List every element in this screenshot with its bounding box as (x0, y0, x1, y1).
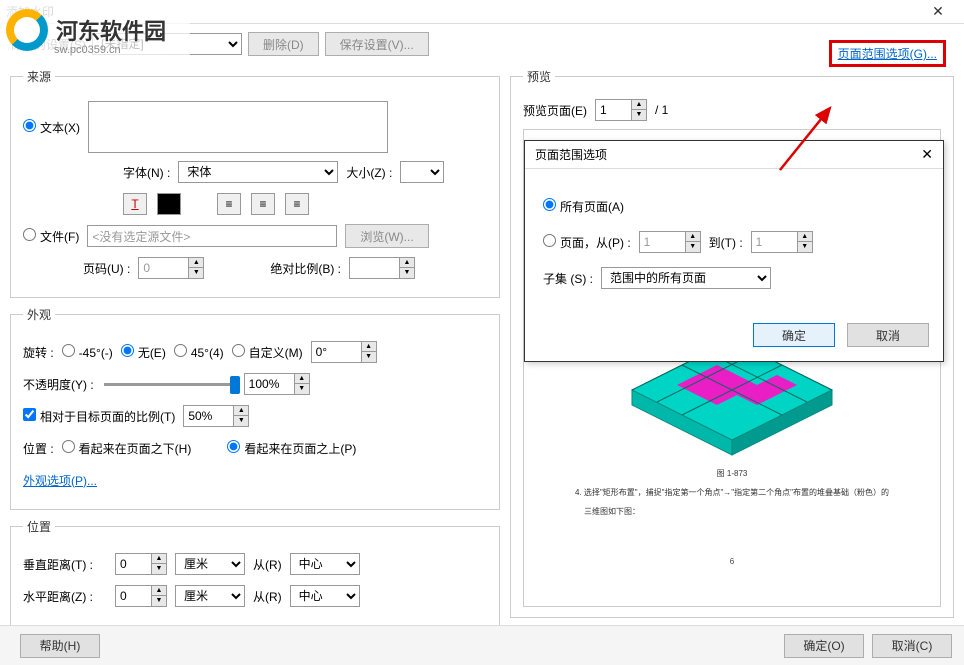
subset-select[interactable]: 范围中的所有页面 (601, 267, 771, 289)
position-label: 位置 : (23, 440, 54, 457)
all-pages-radio[interactable]: 所有页面(A) (543, 198, 624, 215)
logo-sub: sw.pc0359.cn (54, 44, 121, 56)
page-range-modal: 页面范围选项 ✕ 所有页面(A) 页面，从(P) : ▲▼ 到(T) : ▲▼ … (524, 140, 944, 362)
position-fieldset: 位置 垂直距离(T) : ▲▼ 厘米 从(R) 中心 水平距离(Z) : ▲▼ … (10, 518, 500, 626)
page-num-label: 页码(U) : (83, 260, 130, 277)
position-below-radio[interactable]: 看起来在页面之下(H) (62, 440, 192, 457)
preview-caption-1: 图 1-873 (717, 468, 748, 479)
hfrom-select[interactable]: 中心 (290, 585, 360, 607)
source-fieldset: 来源 文本(X) 字体(N) : 宋体 大小(Z) : T ≡ ≡ ≡ 文件(F… (10, 68, 500, 298)
vfrom-label: 从(R) (253, 556, 282, 573)
preview-caption-2: 4. 选择"矩形布置"，捕捉"指定第一个角点"→"指定第二个角点"布置的堆叠基础… (575, 487, 889, 498)
ok-button[interactable]: 确定(O) (784, 634, 864, 658)
font-select[interactable]: 宋体 (178, 161, 338, 183)
page-range-options-link[interactable]: 页面范围选项(G)... (838, 47, 937, 61)
opacity-value-spinner[interactable]: ▲▼ (244, 373, 310, 395)
preview-page-total: / 1 (655, 103, 668, 117)
logo-icon (6, 9, 48, 51)
rotate-neg45-radio[interactable]: -45°(-) (62, 344, 113, 360)
rotate-45-radio[interactable]: 45°(4) (174, 344, 224, 360)
cancel-button[interactable]: 取消(C) (872, 634, 952, 658)
position-legend: 位置 (23, 518, 55, 535)
preview-caption-3: 三维图如下图： (584, 506, 640, 517)
text-color-button[interactable] (157, 193, 181, 215)
vdist-unit-select[interactable]: 厘米 (175, 553, 245, 575)
preview-page-label: 预览页面(E) (523, 102, 587, 119)
page-num-spinner[interactable]: ▲▼ (138, 257, 204, 279)
hdist-label: 水平距离(Z) : (23, 588, 107, 605)
align-center-icon[interactable]: ≡ (251, 193, 275, 215)
opacity-slider[interactable] (104, 383, 234, 386)
hdist-unit-select[interactable]: 厘米 (175, 585, 245, 607)
source-file-input (87, 225, 337, 247)
rotate-label: 旋转 : (23, 344, 54, 361)
font-label: 字体(N) : (123, 164, 170, 181)
browse-button[interactable]: 浏览(W)... (345, 224, 428, 248)
hdist-spinner[interactable]: ▲▼ (115, 585, 167, 607)
page-to-label: 到(T) : (709, 234, 743, 251)
annotation-arrow (770, 100, 840, 180)
preview-legend: 预览 (523, 68, 555, 85)
relative-scale-spinner[interactable]: ▲▼ (183, 405, 249, 427)
file-radio[interactable]: 文件(F) (23, 228, 79, 245)
page-from-spinner[interactable]: ▲▼ (639, 231, 701, 253)
align-right-icon[interactable]: ≡ (285, 193, 309, 215)
opacity-label: 不透明度(Y) : (23, 376, 94, 393)
rotate-custom-radio[interactable]: 自定义(M) (232, 344, 303, 361)
logo-watermark: 河东软件园 sw.pc0359.cn (0, 0, 190, 60)
modal-close-icon[interactable]: ✕ (921, 146, 933, 163)
appearance-legend: 外观 (23, 306, 55, 323)
save-settings-button[interactable]: 保存设置(V)... (325, 32, 429, 56)
size-select[interactable] (400, 161, 444, 183)
position-above-radio[interactable]: 看起来在页面之上(P) (227, 440, 356, 457)
delete-button[interactable]: 删除(D) (248, 32, 319, 56)
preview-page-spinner[interactable]: ▲▼ (595, 99, 647, 121)
page-to-spinner[interactable]: ▲▼ (751, 231, 813, 253)
subset-label: 子集 (S) : (543, 270, 593, 287)
abs-scale-spinner[interactable]: ▲▼ (349, 257, 415, 279)
close-icon[interactable]: ✕ (918, 3, 958, 20)
vdist-label: 垂直距离(T) : (23, 556, 107, 573)
modal-ok-button[interactable]: 确定 (753, 323, 835, 347)
appearance-fieldset: 外观 旋转 : -45°(-) 无(E) 45°(4) 自定义(M) ▲▼ 不透… (10, 306, 500, 510)
rotate-none-radio[interactable]: 无(E) (121, 344, 166, 361)
align-left-icon[interactable]: ≡ (217, 193, 241, 215)
underline-icon[interactable]: T (123, 193, 147, 215)
logo-text: 河东软件园 (56, 14, 166, 46)
pages-from-radio[interactable]: 页面，从(P) : (543, 234, 631, 251)
relative-scale-check[interactable]: 相对于目标页面的比例(T) (23, 408, 175, 425)
source-legend: 来源 (23, 68, 55, 85)
rotate-value-spinner[interactable]: ▲▼ (311, 341, 377, 363)
vdist-spinner[interactable]: ▲▼ (115, 553, 167, 575)
abs-scale-label: 绝对比例(B) : (270, 260, 341, 277)
text-radio[interactable]: 文本(X) (23, 119, 80, 136)
modal-title: 页面范围选项 (535, 146, 921, 163)
vfrom-select[interactable]: 中心 (290, 553, 360, 575)
preview-page-num: 6 (730, 557, 734, 566)
appearance-options-link[interactable]: 外观选项(P)... (23, 472, 97, 489)
watermark-text-input[interactable] (88, 101, 388, 153)
hfrom-label: 从(R) (253, 588, 282, 605)
help-button[interactable]: 帮助(H) (20, 634, 100, 658)
modal-cancel-button[interactable]: 取消 (847, 323, 929, 347)
size-label: 大小(Z) : (346, 164, 392, 181)
